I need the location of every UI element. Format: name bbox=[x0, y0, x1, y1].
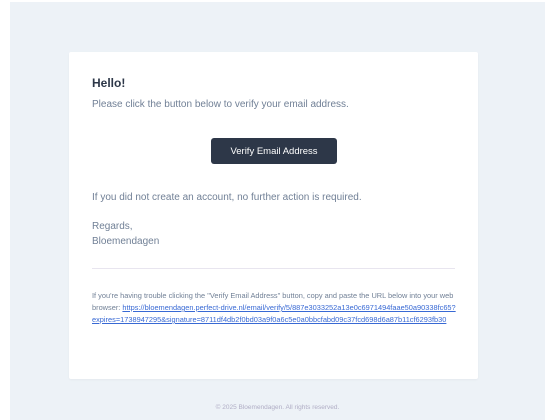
divider bbox=[92, 268, 455, 269]
verify-email-button[interactable]: Verify Email Address bbox=[211, 138, 337, 164]
sign-off: Regards, Bloemendagen bbox=[92, 219, 159, 249]
intro-text: Please click the button below to verify … bbox=[92, 99, 349, 110]
verify-url-link[interactable]: https://bloemendagen.perfect-drive.nl/em… bbox=[92, 303, 456, 324]
greeting-heading: Hello! bbox=[92, 76, 126, 90]
subcopy: If you're having trouble clicking the "V… bbox=[92, 290, 458, 326]
no-action-text: If you did not create an account, no fur… bbox=[92, 192, 362, 203]
email-background: Hello! Please click the button below to … bbox=[10, 2, 545, 420]
footer-copyright: © 2025 Bloemendagen. All rights reserved… bbox=[215, 404, 340, 411]
regards-text: Regards, bbox=[92, 221, 133, 232]
email-card: Hello! Please click the button below to … bbox=[69, 52, 478, 379]
sender-name: Bloemendagen bbox=[92, 236, 160, 247]
